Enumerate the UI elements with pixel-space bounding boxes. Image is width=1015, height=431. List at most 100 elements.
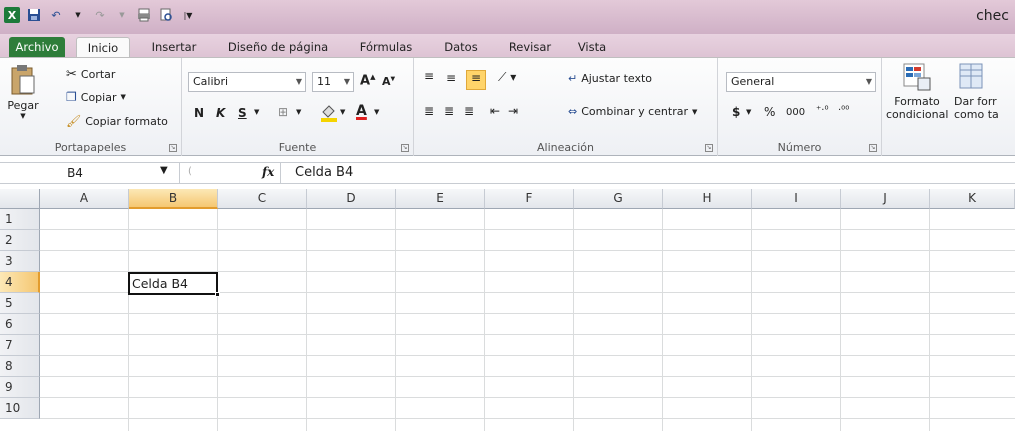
dialog-launcher-icon[interactable]: ↘ [705,144,713,152]
column-header-h[interactable]: H [663,189,752,209]
column-header-f[interactable]: F [485,189,574,209]
fill-color-icon[interactable] [320,104,338,125]
bold-button[interactable]: N [194,106,204,120]
align-middle-icon[interactable]: ≡ [446,71,456,85]
save-icon[interactable] [26,7,42,23]
column-header-i[interactable]: I [752,189,841,209]
row-header-2[interactable]: 2 [0,230,40,251]
wrap-text-button[interactable]: ↵ Ajustar texto [568,72,652,85]
column-header-k[interactable]: K [930,189,1015,209]
redo-icon[interactable]: ↷ [92,7,108,23]
group-label: Portapapeles [54,141,127,154]
formula-input[interactable]: Celda B4 [280,163,1015,184]
column-header-d[interactable]: D [307,189,396,209]
fill-handle[interactable] [215,292,220,297]
tab-revisar[interactable]: Revisar [502,37,558,58]
row-header-7[interactable]: 7 [0,335,40,356]
column-header-g[interactable]: G [574,189,663,209]
row-header-9[interactable]: 9 [0,377,40,398]
orientation-icon[interactable]: ⟋ ▾ [498,70,516,85]
grow-font-button[interactable]: A▲ [360,73,375,88]
cell-area[interactable] [40,209,1015,431]
merge-center-button[interactable]: ⇔ Combinar y centrar ▼ [568,105,697,118]
row-header-8[interactable]: 8 [0,356,40,377]
row-header-6[interactable]: 6 [0,314,40,335]
format-painter-button[interactable]: 🖌 Copiar formato [66,114,168,128]
tab-diseno-pagina[interactable]: Diseño de página [222,37,334,58]
font-name-combo[interactable]: Calibri ▼ [188,72,306,92]
font-name-value: Calibri [193,75,229,88]
copy-button[interactable]: ❐ Copiar ▼ [66,90,126,104]
tab-insertar[interactable]: Insertar [144,37,204,58]
column-header-e[interactable]: E [396,189,485,209]
row-header-4[interactable]: 4 [0,272,40,293]
italic-button[interactable]: K [216,106,225,120]
conditional-format-button[interactable]: Formato condicional [886,62,948,121]
window-title: chec [976,8,1009,24]
increase-indent-icon[interactable]: ⇥ [508,104,518,118]
row-header-5[interactable]: 5 [0,293,40,314]
dialog-launcher-icon[interactable]: ↘ [869,144,877,152]
borders-icon[interactable]: ⊞ [278,105,288,119]
chevron-down-icon[interactable]: ▼ [374,108,379,116]
number-format-combo[interactable]: General ▼ [726,72,876,92]
row-header-1[interactable]: 1 [0,209,40,230]
worksheet-grid[interactable]: A B C D E F G H I J K 1 2 3 4 5 6 7 8 9 … [0,189,1015,431]
font-color-icon[interactable]: A [356,103,367,119]
print-preview-icon[interactable] [136,7,152,23]
align-center-icon[interactable]: ≣ [444,104,454,118]
tab-formulas[interactable]: Fórmulas [354,37,418,58]
formula-bar-handle-icon: ( [188,166,192,177]
conditional-format-label-1: Formato [894,95,940,108]
chevron-down-icon[interactable]: ▼ [296,108,301,116]
quick-print-icon[interactable] [158,7,174,23]
excel-logo[interactable]: X [4,7,20,23]
conditional-format-label-2: condicional [886,108,949,121]
chevron-down-icon[interactable]: ▼ [746,108,751,116]
column-header-c[interactable]: C [218,189,307,209]
chevron-down-icon[interactable]: ▼ [254,108,259,116]
row-header-10[interactable]: 10 [0,398,40,419]
column-header-a[interactable]: A [40,189,129,209]
decrease-decimal-icon[interactable]: ·⁰⁰ [838,105,849,116]
align-left-icon[interactable]: ≣ [424,104,434,118]
column-header-j[interactable]: J [841,189,930,209]
percent-button[interactable]: % [764,105,775,119]
format-as-table-button[interactable]: Dar forr como ta [954,62,1015,121]
underline-button[interactable]: S [238,106,247,120]
thousands-button[interactable]: 000 [786,107,805,118]
chevron-down-icon: ▼ [692,107,698,116]
tab-vista[interactable]: Vista [570,37,614,58]
dialog-launcher-icon[interactable]: ↘ [401,144,409,152]
align-top-icon[interactable]: ≡ [424,69,434,83]
cut-button[interactable]: ✂ Cortar [66,67,115,82]
paste-button[interactable]: Pegar ▼ [6,64,40,120]
tab-archivo[interactable]: Archivo [9,37,65,58]
tab-inicio[interactable]: Inicio [76,37,130,58]
dialog-launcher-icon[interactable]: ↘ [169,144,177,152]
dropdown-icon[interactable]: ▼ [114,7,130,23]
font-size-combo[interactable]: 11 ▼ [312,72,354,92]
conditional-format-icon [903,63,931,91]
dropdown-icon[interactable]: ▼ [70,7,86,23]
name-box[interactable]: B4 ▼ [0,163,180,184]
chevron-down-icon[interactable]: ▼ [340,108,345,116]
paste-icon [11,65,35,95]
group-label: Fuente [278,141,317,154]
tab-datos[interactable]: Datos [436,37,486,58]
chevron-down-icon[interactable]: ▼ [160,165,168,176]
shrink-font-button[interactable]: A▼ [382,75,395,88]
undo-icon[interactable]: ↶ [48,7,64,23]
align-bottom-icon[interactable]: ≡ [466,70,486,90]
select-all-button[interactable] [0,189,40,209]
quick-access-toolbar: X ↶ ▼ ↷ ▼ |▼ [4,7,196,23]
insert-function-button[interactable]: fx [262,165,274,179]
customize-qat-icon[interactable]: |▼ [180,7,196,23]
decrease-indent-icon[interactable]: ⇤ [490,104,500,118]
active-cell-b4[interactable]: Celda B4 [128,272,218,295]
row-header-3[interactable]: 3 [0,251,40,272]
column-header-b[interactable]: B [129,189,218,209]
currency-button[interactable]: $ [732,105,740,119]
increase-decimal-icon[interactable]: ⁺·⁰ [816,105,828,116]
align-right-icon[interactable]: ≣ [464,104,474,118]
